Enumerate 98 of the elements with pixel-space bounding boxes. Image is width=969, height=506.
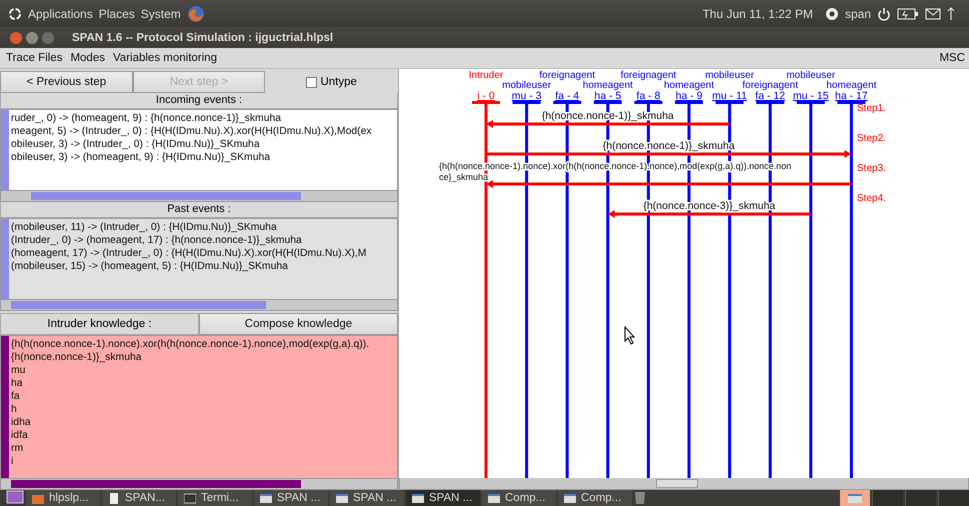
taskbar-button[interactable]: hlpslp...: [26, 490, 100, 506]
panel-menu[interactable]: Places: [98, 6, 135, 20]
menu-item[interactable]: Trace Files: [6, 52, 62, 64]
desktop-icon[interactable]: [6, 490, 24, 504]
taskbar-button[interactable]: Termi...: [178, 490, 252, 506]
lifeline-name: mobileuser: [502, 80, 552, 91]
taskbar-button[interactable]: Comp...: [558, 490, 632, 506]
mail-icon[interactable]: [925, 8, 941, 20]
vertical-scrollbar[interactable]: [1, 110, 9, 190]
knowledge-line[interactable]: h: [11, 403, 370, 416]
panel-menu[interactable]: Applications: [28, 6, 93, 20]
untype-checkbox[interactable]: [306, 76, 318, 88]
taskbar-button[interactable]: SPAN...: [102, 490, 176, 506]
step-label: Step1.: [857, 103, 886, 114]
window-icon: [336, 492, 348, 504]
previous-step-button[interactable]: < Previous step: [0, 71, 133, 93]
event-line[interactable]: (Intruder_, 0) -> (homeagent, 17) : {h(nonce.nonce-1)}_skmuha: [11, 234, 366, 247]
knowledge-line[interactable]: ha: [11, 377, 370, 390]
lifeline-id: fa - 4: [555, 90, 580, 102]
user-name[interactable]: span: [844, 6, 871, 20]
workspace-switcher[interactable]: [872, 490, 903, 506]
event-line[interactable]: (mobileuser, 11) -> (Intruder_, 0) : {H(IDmu.Nu)}_SKmuha: [11, 221, 366, 234]
event-line[interactable]: (mobileuser, 15) -> (homeagent, 5) : {H(IDmu.Nu)}_SKmuha: [11, 260, 366, 273]
view-label: MSC: [939, 52, 965, 64]
taskbar-button[interactable]: SPAN ...: [406, 490, 480, 506]
lifeline-name: mobileuser: [786, 70, 836, 81]
workspace-switcher[interactable]: [938, 490, 969, 506]
knowledge-line[interactable]: i: [11, 455, 370, 468]
battery-icon[interactable]: [897, 8, 919, 20]
knowledge-line[interactable]: rm: [11, 442, 370, 455]
workspace-switcher[interactable]: [905, 490, 936, 506]
lifeline-name: foreignagent: [742, 80, 798, 91]
trash-icon[interactable]: [634, 490, 646, 504]
knowledge-line[interactable]: {h(h(nonce.nonce-1).nonce).xor(h(h(nonce.nonce-1).nonce),mod(exp(g,a).q)).: [11, 338, 370, 351]
horizontal-scrollbar[interactable]: [0, 300, 398, 311]
user-icon[interactable]: [824, 6, 839, 20]
knowledge-line[interactable]: idha: [11, 416, 370, 429]
lifeline-id: fa - 8: [636, 90, 660, 102]
knowledge-line[interactable]: fa: [11, 390, 370, 403]
event-line[interactable]: meagent, 5) -> (Intruder_, 0) : {H(H(IDmu.Nu).X).xor(H(H(IDmu.Nu).X),Mod(ex: [11, 125, 372, 138]
power-icon[interactable]: [877, 6, 891, 20]
terminal-icon: [184, 492, 196, 504]
window-icon: [848, 492, 862, 504]
workspace-switcher[interactable]: [840, 490, 870, 506]
lifeline-name: Intruder: [468, 70, 504, 81]
event-line[interactable]: obileuser, 3) -> (Intruder_, 0) : {H(IDmu.Nu)}_SKmuha: [11, 138, 372, 151]
step-label: Step4.: [857, 193, 886, 204]
menu-item[interactable]: Modes: [70, 52, 105, 64]
folder-icon: [32, 492, 44, 504]
knowledge-label: Intruder knowledge :: [0, 313, 199, 335]
clock[interactable]: Thu Jun 11, 1:22 PM: [702, 6, 813, 20]
lifeline-id: i - 0: [477, 90, 495, 102]
panel-icon[interactable]: [947, 6, 955, 20]
lifeline-name: homeagent: [826, 80, 876, 91]
event-line[interactable]: obileuser, 3) -> (homeagent, 9) : {H(IDmu.Nu)}_SKmuha: [11, 151, 372, 164]
maximize-icon[interactable]: [42, 32, 54, 44]
horizontal-scrollbar[interactable]: [0, 191, 398, 202]
cursor-icon: [624, 326, 636, 345]
compose-knowledge-button[interactable]: Compose knowledge: [199, 313, 398, 335]
lifeline-id: mu - 3: [512, 90, 542, 102]
window-icon: [488, 492, 500, 504]
event-line[interactable]: ruder_, 0) -> (homeagent, 9) : {h(nonce.nonce-1)}_skmuha: [11, 112, 372, 125]
lifeline-name: homeagent: [664, 80, 714, 91]
minimize-icon[interactable]: [26, 32, 38, 44]
window-icon: [564, 492, 576, 504]
taskbar-button[interactable]: SPAN ...: [254, 490, 328, 506]
vertical-scrollbar[interactable]: [1, 336, 9, 478]
close-icon[interactable]: [10, 32, 22, 44]
menu-item[interactable]: Variables monitoring: [112, 52, 217, 64]
window-title: SPAN 1.6 -- Protocol Simulation : ijguctrial.hlpsl: [72, 32, 334, 44]
lifeline-id: fa - 12: [755, 90, 786, 102]
lifeline-name: foreignagent: [539, 70, 595, 81]
browser-icon[interactable]: [186, 4, 205, 22]
lifeline-id: ha - 9: [676, 90, 702, 102]
taskbar-button[interactable]: SPAN ...: [330, 490, 404, 506]
lifeline-id: ha - 5: [594, 90, 622, 102]
horizontal-scrollbar[interactable]: [0, 479, 398, 490]
panel-menu[interactable]: System: [140, 6, 181, 20]
horizontal-scrollbar[interactable]: [399, 478, 969, 490]
vertical-scrollbar[interactable]: [1, 219, 9, 299]
step-label: Step2.: [857, 133, 886, 144]
checkbox-label: Untype: [320, 76, 357, 88]
window-icon: [260, 492, 272, 504]
lifeline-name: homeagent: [582, 80, 633, 91]
lifeline-id: ha - 17: [835, 90, 868, 102]
window-icon: [412, 492, 424, 504]
knowledge-line[interactable]: mu: [11, 364, 370, 377]
document-icon: [108, 492, 120, 504]
knowledge-line[interactable]: idfa: [11, 429, 370, 442]
lifeline-id: mu - 15: [793, 90, 829, 102]
knowledge-line[interactable]: {h(nonce.nonce-1)}_skmuha: [11, 351, 370, 364]
lifeline-id: mu - 11: [712, 90, 748, 102]
lifeline-name: mobileuser: [705, 70, 754, 81]
taskbar-button[interactable]: Comp...: [482, 490, 556, 506]
event-line[interactable]: (homeagent, 17) -> (Intruder_, 0) : {H(H(IDmu.Nu).X).xor(H(H(IDmu.Nu).X),M: [11, 247, 366, 260]
step-label: Step3.: [857, 163, 886, 174]
lifeline-name: foreignagent: [620, 70, 676, 81]
logo-icon[interactable]: [8, 6, 22, 20]
